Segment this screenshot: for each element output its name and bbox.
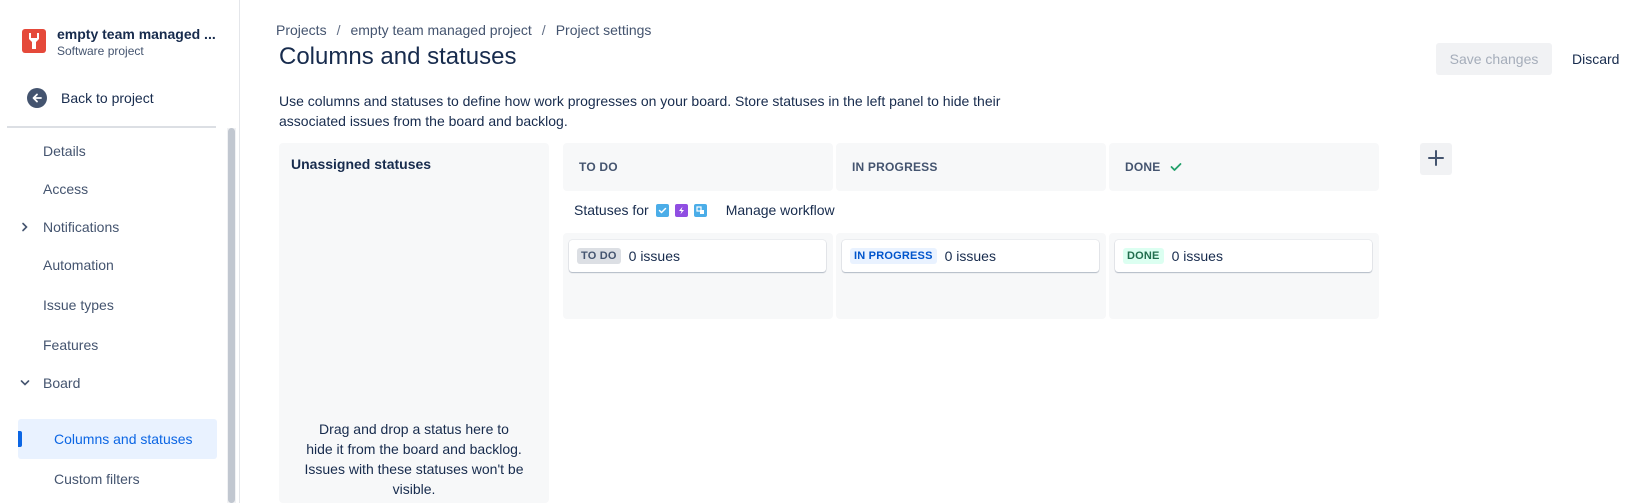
column-body-done[interactable]: DONE 0 issues	[1109, 233, 1379, 319]
status-card-in-progress[interactable]: IN PROGRESS 0 issues	[842, 240, 1099, 272]
status-lozenge: TO DO	[577, 248, 621, 264]
status-card-todo[interactable]: TO DO 0 issues	[569, 240, 826, 272]
sidebar-item-label: Notifications	[43, 219, 120, 235]
column-title: DONE	[1125, 160, 1161, 174]
status-lozenge: IN PROGRESS	[850, 248, 937, 264]
sidebar-item-label: Board	[43, 375, 81, 391]
sidebar-item-label: Custom filters	[54, 471, 140, 487]
sidebar-item-columns-and-statuses[interactable]: Columns and statuses	[18, 419, 217, 459]
sidebar-item-label: Columns and statuses	[54, 431, 193, 447]
column-title: TO DO	[579, 160, 618, 174]
breadcrumb: Projects / empty team managed project / …	[276, 22, 651, 38]
breadcrumb-separator: /	[541, 22, 546, 38]
check-icon	[1170, 162, 1182, 172]
page-description: Use columns and statuses to define how w…	[279, 93, 1001, 129]
sidebar-item-label: Issue types	[43, 297, 114, 313]
column-header-in-progress[interactable]: IN PROGRESS	[836, 143, 1106, 191]
unassigned-drop-hint: Drag and drop a status here to hide it f…	[304, 421, 524, 497]
column-title: IN PROGRESS	[852, 160, 938, 174]
breadcrumb-project[interactable]: empty team managed project	[350, 22, 531, 38]
subtask-type-icon	[693, 203, 707, 217]
plus-icon	[1427, 149, 1445, 170]
sidebar-item-details[interactable]: Details	[18, 131, 217, 171]
sidebar-item-notifications[interactable]: Notifications	[18, 207, 217, 247]
manage-workflow-link[interactable]: Manage workflow	[726, 202, 835, 218]
page-title: Columns and statuses	[279, 43, 517, 70]
back-to-project-label: Back to project	[61, 90, 154, 106]
sidebar-item-features[interactable]: Features	[18, 325, 217, 365]
issue-count: 0 issues	[1171, 248, 1223, 264]
wrench-icon	[22, 29, 46, 53]
column-body-in-progress[interactable]: IN PROGRESS 0 issues	[836, 233, 1106, 319]
sidebar-item-custom-filters[interactable]: Custom filters	[18, 459, 217, 499]
statuses-for-row: Statuses for Manage workflow	[574, 202, 835, 218]
discard-button[interactable]: Discard	[1566, 43, 1630, 75]
sidebar-item-label: Automation	[43, 257, 114, 273]
arrow-left-icon	[27, 88, 47, 108]
chevron-down-icon[interactable]	[18, 379, 31, 387]
column-body-todo[interactable]: TO DO 0 issues	[563, 233, 833, 319]
chevron-right-icon[interactable]	[18, 222, 31, 232]
unassigned-statuses-panel[interactable]: Unassigned statuses Drag and drop a stat…	[279, 143, 549, 503]
breadcrumb-projects[interactable]: Projects	[276, 22, 327, 38]
sidebar-item-access[interactable]: Access	[18, 169, 217, 209]
scrollbar-thumb[interactable]	[228, 128, 235, 503]
unassigned-statuses-title: Unassigned statuses	[291, 156, 432, 172]
project-name: empty team managed ...	[57, 26, 216, 42]
sidebar-item-label: Access	[43, 181, 89, 197]
column-header-todo[interactable]: TO DO	[563, 143, 833, 191]
column-header-done[interactable]: DONE	[1109, 143, 1379, 191]
sidebar-item-label: Features	[43, 337, 99, 353]
breadcrumb-separator: /	[336, 22, 341, 38]
sidebar-divider	[7, 126, 216, 128]
project-header[interactable]: empty team managed ... Software project	[22, 26, 216, 59]
sidebar-item-automation[interactable]: Automation	[18, 245, 217, 285]
sidebar-item-issue-types[interactable]: Issue types	[18, 285, 217, 325]
sidebar-scrollbar[interactable]	[227, 128, 236, 503]
issue-count: 0 issues	[628, 248, 680, 264]
status-lozenge: DONE	[1123, 248, 1164, 264]
breadcrumb-project-settings[interactable]: Project settings	[556, 22, 652, 38]
sidebar: empty team managed ... Software project …	[0, 0, 240, 503]
issue-count: 0 issues	[944, 248, 996, 264]
main-content: Projects / empty team managed project / …	[276, 0, 1645, 503]
epic-type-icon	[674, 203, 688, 217]
statuses-for-label: Statuses for	[574, 202, 649, 218]
project-type: Software project	[57, 44, 144, 58]
save-changes-button[interactable]: Save changes	[1436, 43, 1552, 75]
back-to-project-link[interactable]: Back to project	[27, 88, 154, 108]
sidebar-item-label: Details	[43, 143, 86, 159]
task-type-icon	[655, 203, 669, 217]
sidebar-item-board[interactable]: Board	[18, 363, 217, 403]
add-column-button[interactable]	[1420, 143, 1452, 175]
status-card-done[interactable]: DONE 0 issues	[1115, 240, 1372, 272]
